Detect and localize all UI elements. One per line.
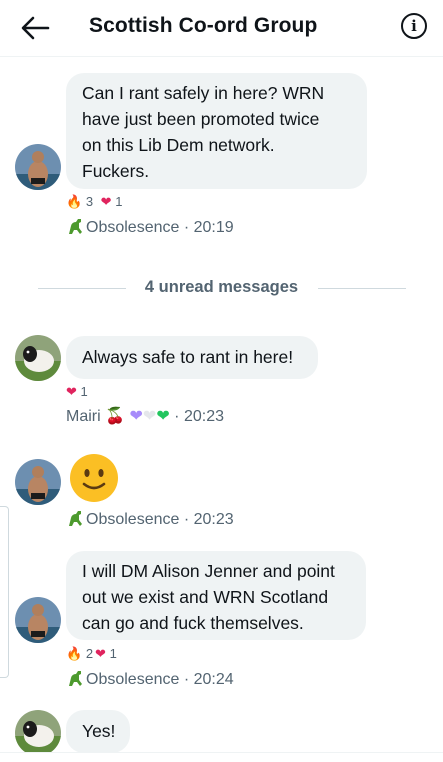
dinosaur-icon xyxy=(69,671,82,686)
message-line: out we exist and WRN Scotland xyxy=(82,587,329,607)
dinosaur-icon xyxy=(69,219,82,234)
message-line: Can I rant safely in here? WRN xyxy=(82,83,325,103)
avatar[interactable] xyxy=(15,335,61,381)
green-heart-icon: ❤ xyxy=(156,408,170,425)
unread-separator-text: 4 unread messages xyxy=(144,278,299,296)
dinosaur-icon xyxy=(69,511,82,526)
message-line: Yes! xyxy=(82,721,116,741)
cherries-icon: 🍒 xyxy=(105,408,126,425)
purple-heart-icon: ❤ xyxy=(129,408,143,425)
separator-dot: · xyxy=(174,408,180,425)
reactions[interactable]: 🔥 3 ❤ 1 xyxy=(66,194,122,214)
heart-icon: ❤ xyxy=(95,646,106,661)
separator-dot: · xyxy=(183,219,190,236)
avatar[interactable] xyxy=(15,710,61,756)
avatar[interactable] xyxy=(15,144,61,190)
message-bubble[interactable]: I will DM Alison Jenner and point out we… xyxy=(66,551,366,640)
message-emoji[interactable] xyxy=(69,453,119,503)
message-line: Always safe to rant in here! xyxy=(82,347,294,367)
message-line: have just been promoted twice xyxy=(82,109,320,129)
avatar[interactable] xyxy=(15,459,61,505)
back-arrow-icon[interactable] xyxy=(18,13,52,43)
timestamp: 20:19 xyxy=(193,219,234,236)
message-line: Fuckers. xyxy=(82,161,150,181)
unread-separator: 4 unread messages xyxy=(0,277,443,299)
message-bubble[interactable]: Can I rant safely in here? WRN have just… xyxy=(66,73,367,189)
white-heart-icon: ❤ xyxy=(142,408,157,425)
reaction-count: 3 xyxy=(85,194,94,209)
separator-dot: · xyxy=(183,511,190,528)
reactions[interactable]: 🔥 2 ❤ 1 xyxy=(66,646,117,666)
conversation-header: Scottish Co-ord Group i xyxy=(0,0,443,57)
message-bubble[interactable]: Always safe to rant in here! xyxy=(66,336,318,379)
avatar[interactable] xyxy=(15,597,61,643)
fire-icon: 🔥 xyxy=(66,646,83,661)
reaction-count: 1 xyxy=(109,646,117,661)
separator-dot: · xyxy=(183,671,190,688)
reaction-count: 2 xyxy=(85,646,94,661)
timestamp: 20:24 xyxy=(193,671,234,688)
reaction-count: 1 xyxy=(115,194,123,209)
sender-name[interactable]: Obsolesence xyxy=(86,219,179,236)
heart-icon: ❤ xyxy=(66,384,77,399)
slightly-smiling-face-icon xyxy=(70,454,118,502)
conversation-title: Scottish Co-ord Group xyxy=(89,14,318,37)
heart-icon: ❤ xyxy=(100,194,112,209)
message-line: on this Lib Dem network. xyxy=(82,135,275,155)
message-meta: Obsolesence · 20:24 xyxy=(66,668,234,690)
fire-icon: 🔥 xyxy=(66,194,83,209)
message-line: I will DM Alison Jenner and point xyxy=(82,561,335,581)
scrollbar[interactable] xyxy=(0,506,9,678)
reactions[interactable]: ❤ 1 xyxy=(66,384,88,404)
message-meta: Mairi 🍒 ❤❤❤ · 20:23 xyxy=(66,406,224,428)
message-line: can go and fuck themselves. xyxy=(82,613,304,633)
reaction-count: 1 xyxy=(80,384,88,399)
message-meta: Obsolesence · 20:19 xyxy=(66,216,234,238)
message-bubble[interactable]: Yes! xyxy=(66,710,130,753)
sender-name[interactable]: Mairi xyxy=(66,408,101,425)
info-icon[interactable]: i xyxy=(401,13,427,39)
timestamp: 20:23 xyxy=(193,511,234,528)
sender-name[interactable]: Obsolesence xyxy=(86,511,179,528)
timestamp: 20:23 xyxy=(183,408,224,425)
sender-name[interactable]: Obsolesence xyxy=(86,671,179,688)
message-meta: Obsolesence · 20:23 xyxy=(66,508,234,530)
